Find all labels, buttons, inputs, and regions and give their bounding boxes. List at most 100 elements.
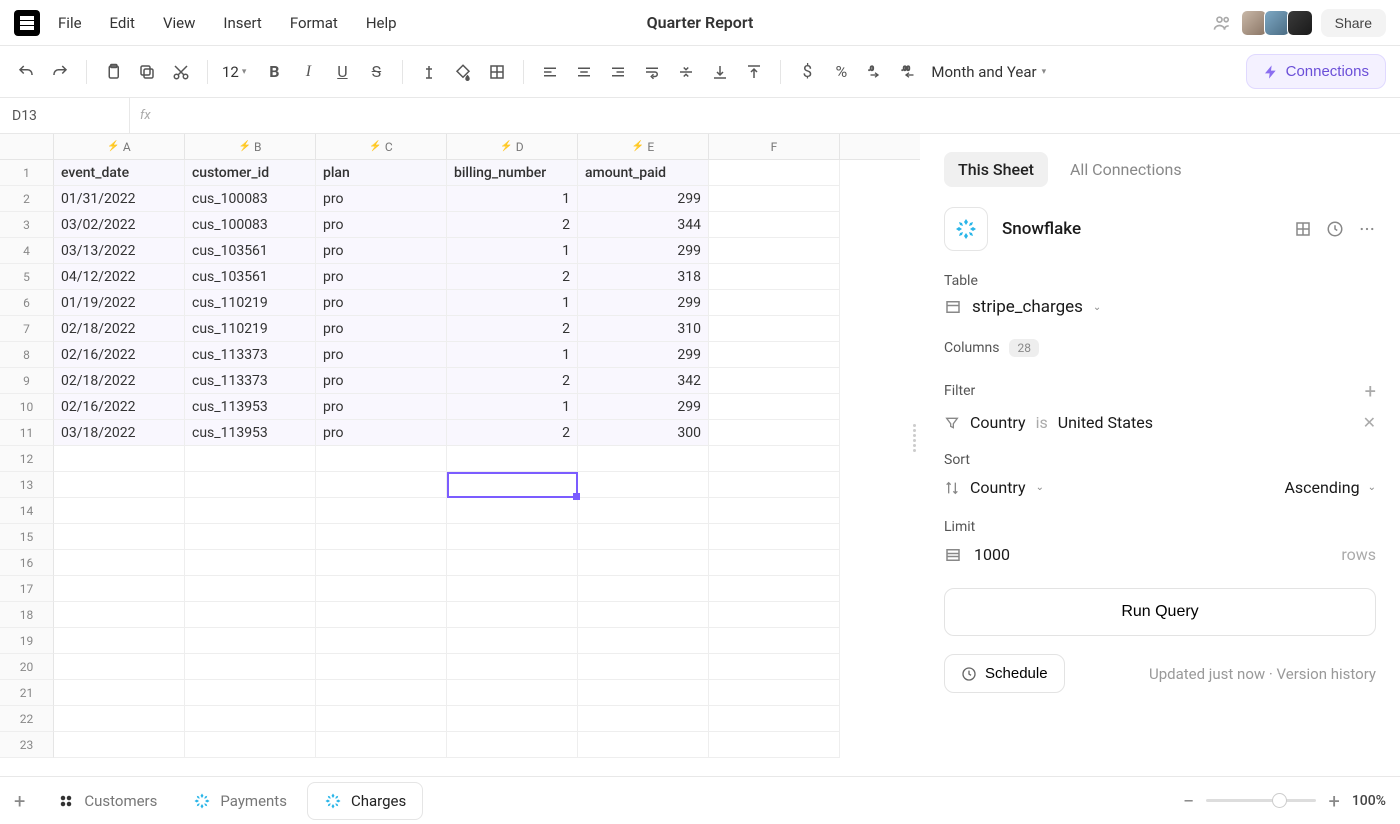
valign-top-icon[interactable]	[742, 60, 766, 84]
valign-middle-icon[interactable]	[674, 60, 698, 84]
cell[interactable]	[185, 628, 316, 654]
cell[interactable]	[578, 706, 709, 732]
cell[interactable]	[709, 732, 840, 758]
cell[interactable]	[709, 160, 840, 186]
bold-icon[interactable]: B	[262, 60, 286, 84]
cell[interactable]: pro	[316, 238, 447, 264]
document-title[interactable]: Quarter Report	[647, 13, 754, 32]
cell[interactable]	[316, 498, 447, 524]
cell[interactable]: 2	[447, 316, 578, 342]
cell[interactable]: plan	[316, 160, 447, 186]
cell[interactable]	[447, 446, 578, 472]
cell[interactable]	[447, 602, 578, 628]
copy-icon[interactable]	[135, 60, 159, 84]
cell[interactable]: cus_103561	[185, 238, 316, 264]
cell[interactable]	[316, 602, 447, 628]
decrease-decimal-icon[interactable]: .0	[863, 60, 887, 84]
cell[interactable]	[578, 602, 709, 628]
cell[interactable]	[54, 472, 185, 498]
row-header[interactable]: 23	[0, 732, 54, 758]
cell[interactable]: 04/12/2022	[54, 264, 185, 290]
cell[interactable]	[709, 446, 840, 472]
cell[interactable]: pro	[316, 212, 447, 238]
cell[interactable]	[316, 576, 447, 602]
cell[interactable]: 299	[578, 238, 709, 264]
cell[interactable]	[316, 524, 447, 550]
cell[interactable]	[316, 654, 447, 680]
cell[interactable]	[447, 732, 578, 758]
cell[interactable]	[447, 706, 578, 732]
cell[interactable]: 03/02/2022	[54, 212, 185, 238]
row-header[interactable]: 18	[0, 602, 54, 628]
filter-row[interactable]: Country is United States ✕	[944, 413, 1376, 432]
row-header[interactable]: 22	[0, 706, 54, 732]
cell[interactable]	[578, 732, 709, 758]
remove-filter-icon[interactable]: ✕	[1363, 413, 1376, 432]
row-header[interactable]: 11	[0, 420, 54, 446]
menu-file[interactable]: File	[58, 14, 82, 32]
currency-icon[interactable]: $	[795, 60, 819, 84]
history-icon[interactable]	[1326, 220, 1344, 238]
cell[interactable]: cus_113953	[185, 394, 316, 420]
cell[interactable]	[709, 498, 840, 524]
zoom-in-button[interactable]: +	[1328, 789, 1339, 813]
zoom-out-button[interactable]: −	[1183, 789, 1194, 813]
cell[interactable]	[578, 524, 709, 550]
cell[interactable]: cus_113373	[185, 342, 316, 368]
row-header[interactable]: 8	[0, 342, 54, 368]
cell[interactable]	[316, 628, 447, 654]
row-header[interactable]: 17	[0, 576, 54, 602]
cell[interactable]: 2	[447, 264, 578, 290]
cell[interactable]: cus_103561	[185, 264, 316, 290]
align-center-icon[interactable]	[572, 60, 596, 84]
cell[interactable]	[578, 654, 709, 680]
cell[interactable]: billing_number	[447, 160, 578, 186]
cell[interactable]: cus_113373	[185, 368, 316, 394]
run-query-button[interactable]: Run Query	[944, 588, 1376, 636]
row-header[interactable]: 4	[0, 238, 54, 264]
cell[interactable]: 1	[447, 186, 578, 212]
cell[interactable]	[578, 498, 709, 524]
row-header[interactable]: 1	[0, 160, 54, 186]
row-header[interactable]: 2	[0, 186, 54, 212]
cell[interactable]	[578, 550, 709, 576]
cell[interactable]	[709, 524, 840, 550]
text-color-icon[interactable]	[417, 60, 441, 84]
cell[interactable]	[54, 576, 185, 602]
cell[interactable]	[54, 602, 185, 628]
column-header-C[interactable]: ⚡C	[316, 134, 447, 159]
cell[interactable]	[185, 680, 316, 706]
align-right-icon[interactable]	[606, 60, 630, 84]
cell[interactable]: pro	[316, 186, 447, 212]
cell[interactable]	[54, 550, 185, 576]
cell[interactable]: 299	[578, 290, 709, 316]
row-header[interactable]: 10	[0, 394, 54, 420]
cell[interactable]: 299	[578, 186, 709, 212]
cell[interactable]	[709, 472, 840, 498]
cell[interactable]	[447, 576, 578, 602]
menu-edit[interactable]: Edit	[110, 14, 135, 32]
limit-value[interactable]: 1000	[974, 545, 1010, 564]
cell[interactable]: pro	[316, 290, 447, 316]
cell[interactable]	[316, 472, 447, 498]
updated-text[interactable]: Updated just now · Version history	[1149, 665, 1376, 683]
zoom-slider[interactable]	[1206, 799, 1316, 802]
cell[interactable]	[709, 368, 840, 394]
cell[interactable]: 299	[578, 342, 709, 368]
cut-icon[interactable]	[169, 60, 193, 84]
row-header[interactable]: 6	[0, 290, 54, 316]
cell-reference[interactable]: D13	[0, 98, 130, 133]
column-header-E[interactable]: ⚡E	[578, 134, 709, 159]
underline-icon[interactable]: U	[330, 60, 354, 84]
cell[interactable]	[54, 732, 185, 758]
cell[interactable]	[709, 342, 840, 368]
sort-direction-selector[interactable]: Ascending ⌄	[1284, 478, 1376, 497]
cell[interactable]	[316, 706, 447, 732]
strikethrough-icon[interactable]: S	[364, 60, 388, 84]
cell[interactable]: 1	[447, 394, 578, 420]
cell[interactable]	[709, 602, 840, 628]
cell[interactable]	[185, 602, 316, 628]
cell[interactable]	[709, 680, 840, 706]
sheet-tab-charges[interactable]: Charges	[307, 782, 423, 820]
tab-all-connections[interactable]: All Connections	[1056, 152, 1196, 187]
